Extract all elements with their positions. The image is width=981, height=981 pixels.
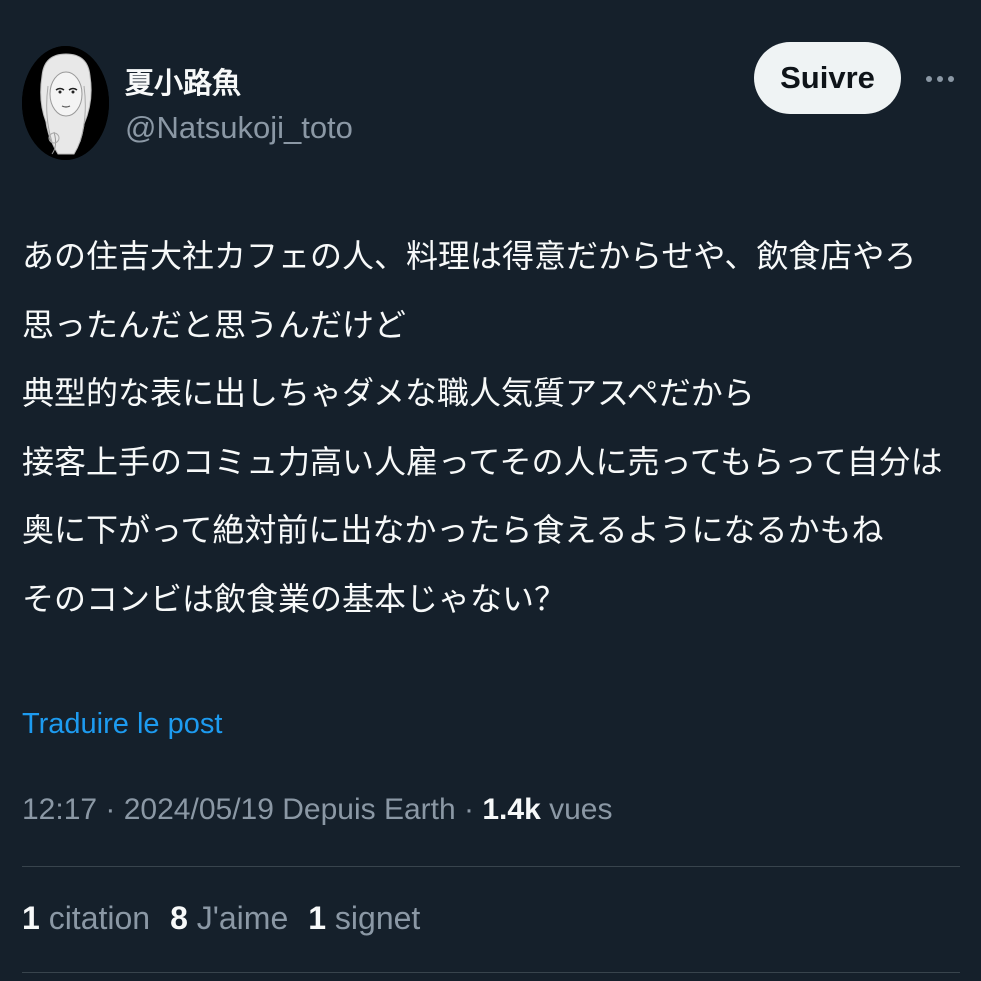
more-horizontal-icon <box>926 76 932 82</box>
tweet-text-line: 奥に下がって絶対前に出なかったら食えるようになるかもね <box>22 511 884 549</box>
avatar[interactable] <box>22 46 109 160</box>
quotes-label: citation <box>48 900 151 936</box>
views-count: 1.4k <box>482 793 541 826</box>
author-display-name[interactable]: 夏小路魚 <box>125 60 241 102</box>
more-horizontal-icon <box>948 76 954 82</box>
post-date[interactable]: 2024/05/19 <box>124 793 274 826</box>
follow-button[interactable]: Suivre <box>754 42 901 114</box>
quotes-stat[interactable]: 1 citation <box>22 900 150 937</box>
author-handle[interactable]: @Natsukoji_toto <box>125 110 353 146</box>
avatar-sketch-icon <box>22 46 109 160</box>
meta-separator: · <box>455 793 483 826</box>
bookmarks-label: signet <box>334 900 421 936</box>
tweet-text-line: 典型的な表に出しちゃダメな職人気質アスペだから <box>22 374 755 412</box>
divider <box>22 866 960 867</box>
tweet-text-line: あの住吉大社カフェの人、料理は得意だからせや、飲食店やろ <box>22 237 917 275</box>
translate-post-link[interactable]: Traduire le post <box>22 708 222 741</box>
more-options-button[interactable] <box>918 62 962 96</box>
tweet-text-line: そのコンビは飲食業の基本じゃない？ <box>22 579 567 618</box>
bookmarks-stat[interactable]: 1 signet <box>308 900 420 937</box>
bookmarks-count: 1 <box>308 900 327 936</box>
post-time[interactable]: 12:17 <box>22 793 97 826</box>
tweet-text: あの住吉大社カフェの人、料理は得意だからせや、飲食店やろ 思ったんだと思うんだけ… <box>22 222 967 633</box>
likes-label: J'aime <box>196 900 289 936</box>
likes-stat[interactable]: 8 J'aime <box>170 900 288 937</box>
post-meta: 12:17 · 2024/05/19 Depuis Earth · 1.4k v… <box>22 793 612 827</box>
views-label: vues <box>549 793 613 826</box>
more-horizontal-icon <box>937 76 943 82</box>
quotes-count: 1 <box>22 900 40 936</box>
tweet-text-line: 思ったんだと思うんだけど <box>22 305 407 344</box>
tweet-text-line: 接客上手のコミュ力高い人雇ってその人に売ってもらって自分は <box>22 442 943 481</box>
engagement-stats: 1 citation 8 J'aime 1 signet <box>22 900 420 937</box>
meta-separator: · <box>97 793 124 826</box>
divider <box>22 972 960 973</box>
tweet-detail: 夏小路魚 @Natsukoji_toto Suivre あの住吉大社カフェの人、… <box>0 0 981 981</box>
likes-count: 8 <box>170 900 188 936</box>
post-source: Depuis Earth <box>282 793 456 826</box>
